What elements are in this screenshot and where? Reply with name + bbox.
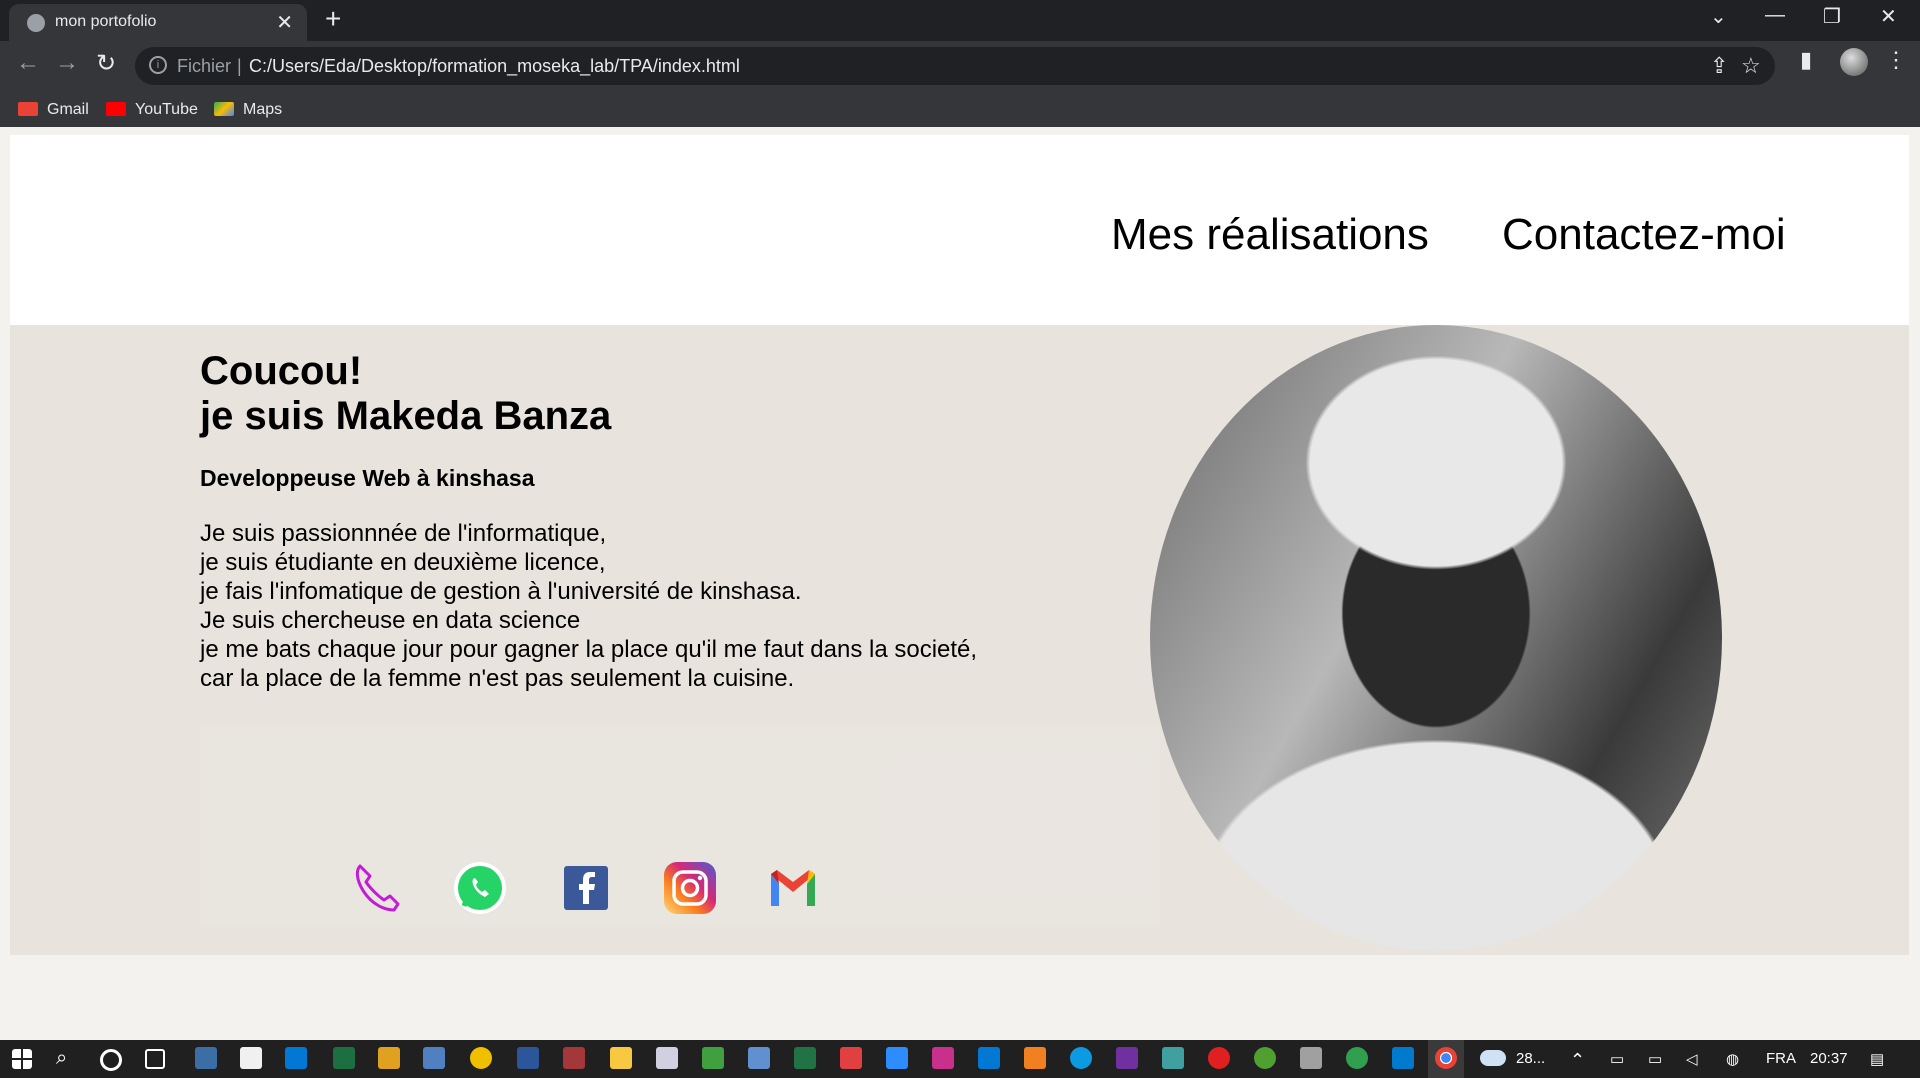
minimize-button[interactable]: — bbox=[1765, 4, 1785, 27]
language-indicator[interactable]: FRA bbox=[1766, 1050, 1796, 1067]
address-url[interactable]: C:/Users/Eda/Desktop/formation_moseka_la… bbox=[249, 56, 740, 77]
name-line: je suis Makeda Banza bbox=[200, 394, 612, 438]
notification-icon[interactable]: ▤ bbox=[1870, 1050, 1884, 1068]
vlc-icon[interactable] bbox=[1024, 1047, 1046, 1069]
app-icon[interactable] bbox=[840, 1047, 862, 1069]
side-panel-icon[interactable]: ▮ bbox=[1800, 47, 1812, 73]
cortana-icon[interactable] bbox=[100, 1049, 122, 1071]
profile-photo bbox=[1150, 325, 1722, 951]
app-icon[interactable] bbox=[1116, 1047, 1138, 1069]
network-icon[interactable]: ◍ bbox=[1726, 1050, 1739, 1068]
nav-contactez-moi[interactable]: Contactez-moi bbox=[1502, 210, 1786, 260]
menu-icon[interactable]: ⋮ bbox=[1885, 47, 1907, 73]
volume-icon[interactable]: ◁ bbox=[1686, 1050, 1698, 1068]
address-scheme: Fichier bbox=[177, 56, 232, 76]
share-icon[interactable]: ⇪ bbox=[1710, 53, 1728, 79]
app-icon[interactable] bbox=[470, 1047, 492, 1069]
bio-line: je suis étudiante en deuxième licence, bbox=[200, 549, 606, 576]
device-icon[interactable]: ▭ bbox=[1610, 1050, 1624, 1068]
app-icon[interactable] bbox=[423, 1047, 445, 1069]
app-icon[interactable] bbox=[656, 1047, 678, 1069]
facebook-icon[interactable] bbox=[558, 860, 614, 916]
globe-icon bbox=[27, 14, 45, 32]
site-header: Mes réalisations Contactez-moi bbox=[10, 135, 1909, 325]
info-icon[interactable]: i bbox=[149, 56, 167, 74]
bookmark-maps[interactable]: Maps bbox=[214, 101, 282, 119]
restore-button[interactable]: ❐ bbox=[1823, 4, 1841, 29]
instagram-icon[interactable] bbox=[662, 860, 718, 916]
access-icon[interactable] bbox=[563, 1047, 585, 1069]
bio-line: je fais l'infomatique de gestion à l'uni… bbox=[200, 578, 802, 605]
zoom-icon[interactable] bbox=[886, 1047, 908, 1069]
app-icon[interactable] bbox=[748, 1047, 770, 1069]
bio-paragraph: Je suis passionnnée de l'informatique, j… bbox=[200, 519, 977, 693]
nav-mes-realisations[interactable]: Mes réalisations bbox=[1111, 210, 1429, 260]
bio-line: Je suis chercheuse en data science bbox=[200, 607, 581, 634]
address-separator: | bbox=[237, 56, 242, 76]
bookmark-youtube[interactable]: YouTube bbox=[106, 101, 198, 119]
app-icon[interactable] bbox=[1254, 1047, 1276, 1069]
battery-icon[interactable]: ▭ bbox=[1648, 1050, 1662, 1068]
app-icon[interactable] bbox=[978, 1047, 1000, 1069]
app-icon[interactable] bbox=[378, 1047, 400, 1069]
app-icon[interactable] bbox=[1162, 1047, 1184, 1069]
reload-icon[interactable]: ↻ bbox=[96, 49, 116, 78]
phone-icon[interactable] bbox=[350, 860, 406, 916]
start-icon[interactable] bbox=[12, 1049, 32, 1069]
new-tab-button[interactable]: + bbox=[325, 3, 341, 35]
search-icon[interactable]: ⌕ bbox=[56, 1047, 78, 1069]
app-icon[interactable] bbox=[195, 1047, 217, 1069]
edge-icon[interactable] bbox=[1070, 1047, 1092, 1069]
file-explorer-icon[interactable] bbox=[610, 1047, 632, 1069]
tab-strip: mon portofolio ✕ + ⌄ — ❐ ✕ bbox=[0, 0, 1920, 41]
page-viewport: Mes réalisations Contactez-moi Coucou! j… bbox=[0, 127, 1920, 1040]
gmail-icon[interactable] bbox=[765, 860, 821, 916]
app-icon[interactable] bbox=[932, 1047, 954, 1069]
tab-title: mon portofolio bbox=[55, 13, 157, 30]
mail-icon[interactable] bbox=[285, 1047, 307, 1069]
excel-icon[interactable] bbox=[333, 1047, 355, 1069]
windows-taskbar: ⌕ 28... ⌃ ▭ ▭ ◁ ◍ FRA 20:37 ▤ bbox=[0, 1040, 1920, 1078]
profile-avatar[interactable] bbox=[1840, 48, 1868, 76]
app-icon[interactable] bbox=[702, 1047, 724, 1069]
address-bar[interactable]: i Fichier | C:/Users/Eda/Desktop/formati… bbox=[135, 47, 1775, 85]
bio-line: Je suis passionnnée de l'informatique, bbox=[200, 520, 607, 547]
forward-icon[interactable]: → bbox=[55, 49, 79, 77]
weather-text[interactable]: 28... bbox=[1516, 1050, 1545, 1067]
bookmark-star-icon[interactable]: ☆ bbox=[1741, 53, 1761, 79]
browser-toolbar: ← → ↻ i Fichier | C:/Users/Eda/Desktop/f… bbox=[0, 41, 1920, 127]
store-icon[interactable] bbox=[240, 1047, 262, 1069]
opera-icon[interactable] bbox=[1208, 1047, 1230, 1069]
greeting: Coucou! bbox=[200, 349, 363, 393]
back-icon[interactable]: ← bbox=[16, 49, 40, 77]
close-window-button[interactable]: ✕ bbox=[1880, 4, 1897, 29]
calculator-icon[interactable] bbox=[1300, 1047, 1322, 1069]
whatsapp-icon[interactable] bbox=[452, 860, 508, 916]
browser-tab[interactable]: mon portofolio ✕ bbox=[9, 4, 307, 41]
bookmarks-bar: Gmail YouTube Maps bbox=[0, 93, 1920, 127]
clock[interactable]: 20:37 bbox=[1810, 1050, 1848, 1067]
hero-section: Coucou! je suis Makeda Banza Developpeus… bbox=[10, 325, 1909, 955]
page-title: Coucou! je suis Makeda Banza bbox=[200, 349, 611, 439]
bio-line: je me bats chaque jour pour gagner la pl… bbox=[200, 636, 978, 663]
maps-icon bbox=[214, 102, 234, 116]
tab-search-icon[interactable]: ⌄ bbox=[1710, 4, 1727, 29]
task-view-icon[interactable] bbox=[145, 1049, 165, 1069]
youtube-icon bbox=[106, 102, 126, 116]
word-icon[interactable] bbox=[517, 1047, 539, 1069]
social-links bbox=[200, 725, 1160, 925]
bio-line: car la place de la femme n'est pas seule… bbox=[200, 665, 795, 692]
weather-icon bbox=[1480, 1050, 1506, 1066]
app-icon[interactable] bbox=[794, 1047, 816, 1069]
subtitle: Developpeuse Web à kinshasa bbox=[200, 465, 535, 491]
tray-chevron-icon[interactable]: ⌃ bbox=[1570, 1050, 1585, 1071]
chrome-icon[interactable] bbox=[1435, 1047, 1457, 1069]
app-icon[interactable] bbox=[1346, 1047, 1368, 1069]
close-tab-icon[interactable]: ✕ bbox=[276, 10, 293, 35]
gmail-icon bbox=[18, 102, 38, 116]
bookmark-gmail[interactable]: Gmail bbox=[18, 101, 89, 119]
vscode-icon[interactable] bbox=[1392, 1047, 1414, 1069]
